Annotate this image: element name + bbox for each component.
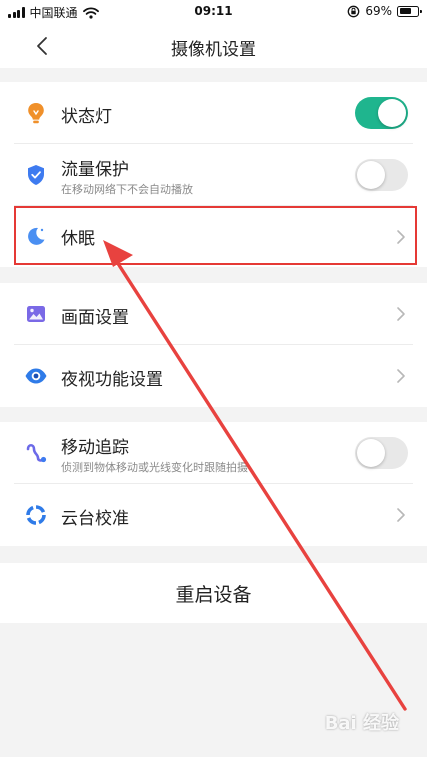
ptz-calibration-label: 云台校准 (61, 509, 129, 529)
calibration-ring-icon (23, 502, 49, 528)
picture-settings-label: 画面设置 (61, 308, 129, 328)
toggle-knob (357, 161, 385, 189)
toggle-knob (357, 439, 385, 467)
eye-icon (23, 363, 49, 389)
row-night-vision[interactable]: 夜视功能设置 (0, 345, 427, 407)
lightbulb-icon (23, 100, 49, 126)
motion-tracking-label: 移动追踪 (61, 438, 129, 458)
nav-bar: 摄像机设置 (0, 24, 427, 68)
night-vision-label: 夜视功能设置 (61, 370, 163, 390)
chevron-right-icon (397, 369, 405, 383)
restart-button[interactable]: 重启设备 (0, 563, 427, 623)
row-status-light: 状态灯 (0, 82, 427, 144)
row-ptz-calibration[interactable]: 云台校准 (0, 484, 427, 546)
status-bar: 中国联通 09:11 69% (0, 0, 427, 24)
chevron-right-icon (397, 508, 405, 522)
highlight-box (14, 206, 417, 265)
image-icon (23, 301, 49, 327)
battery-icon (397, 5, 422, 17)
row-data-protection: 流量保护 在移动网络下不会自动播放 (0, 144, 427, 206)
motion-tracking-subtitle: 侦测到物体移动或光线变化时跟随拍摄 (61, 461, 248, 474)
page-title: 摄像机设置 (171, 40, 256, 60)
motion-tracking-toggle[interactable] (355, 437, 408, 469)
status-light-label: 状态灯 (61, 107, 112, 127)
data-protection-label: 流量保护 (61, 160, 129, 180)
settings-group-motion: 移动追踪 侦测到物体移动或光线变化时跟随拍摄 云台校准 (0, 422, 427, 546)
data-protection-toggle[interactable] (355, 159, 408, 191)
status-light-toggle[interactable] (355, 97, 408, 129)
battery-level (399, 8, 412, 14)
data-protection-subtitle: 在移动网络下不会自动播放 (61, 183, 193, 196)
restart-label: 重启设备 (175, 584, 252, 606)
toggle-knob (378, 99, 406, 127)
orientation-lock-icon (347, 5, 360, 17)
chevron-right-icon (397, 307, 405, 321)
shield-check-icon (23, 162, 49, 188)
watermark: Bai 经验 (324, 713, 399, 734)
status-right: 69% (347, 4, 422, 18)
path-icon (23, 440, 49, 466)
settings-group-display: 画面设置 夜视功能设置 (0, 283, 427, 407)
battery-percent: 69% (365, 4, 392, 18)
row-picture-settings[interactable]: 画面设置 (0, 283, 427, 345)
row-motion-tracking: 移动追踪 侦测到物体移动或光线变化时跟随拍摄 (0, 422, 427, 484)
